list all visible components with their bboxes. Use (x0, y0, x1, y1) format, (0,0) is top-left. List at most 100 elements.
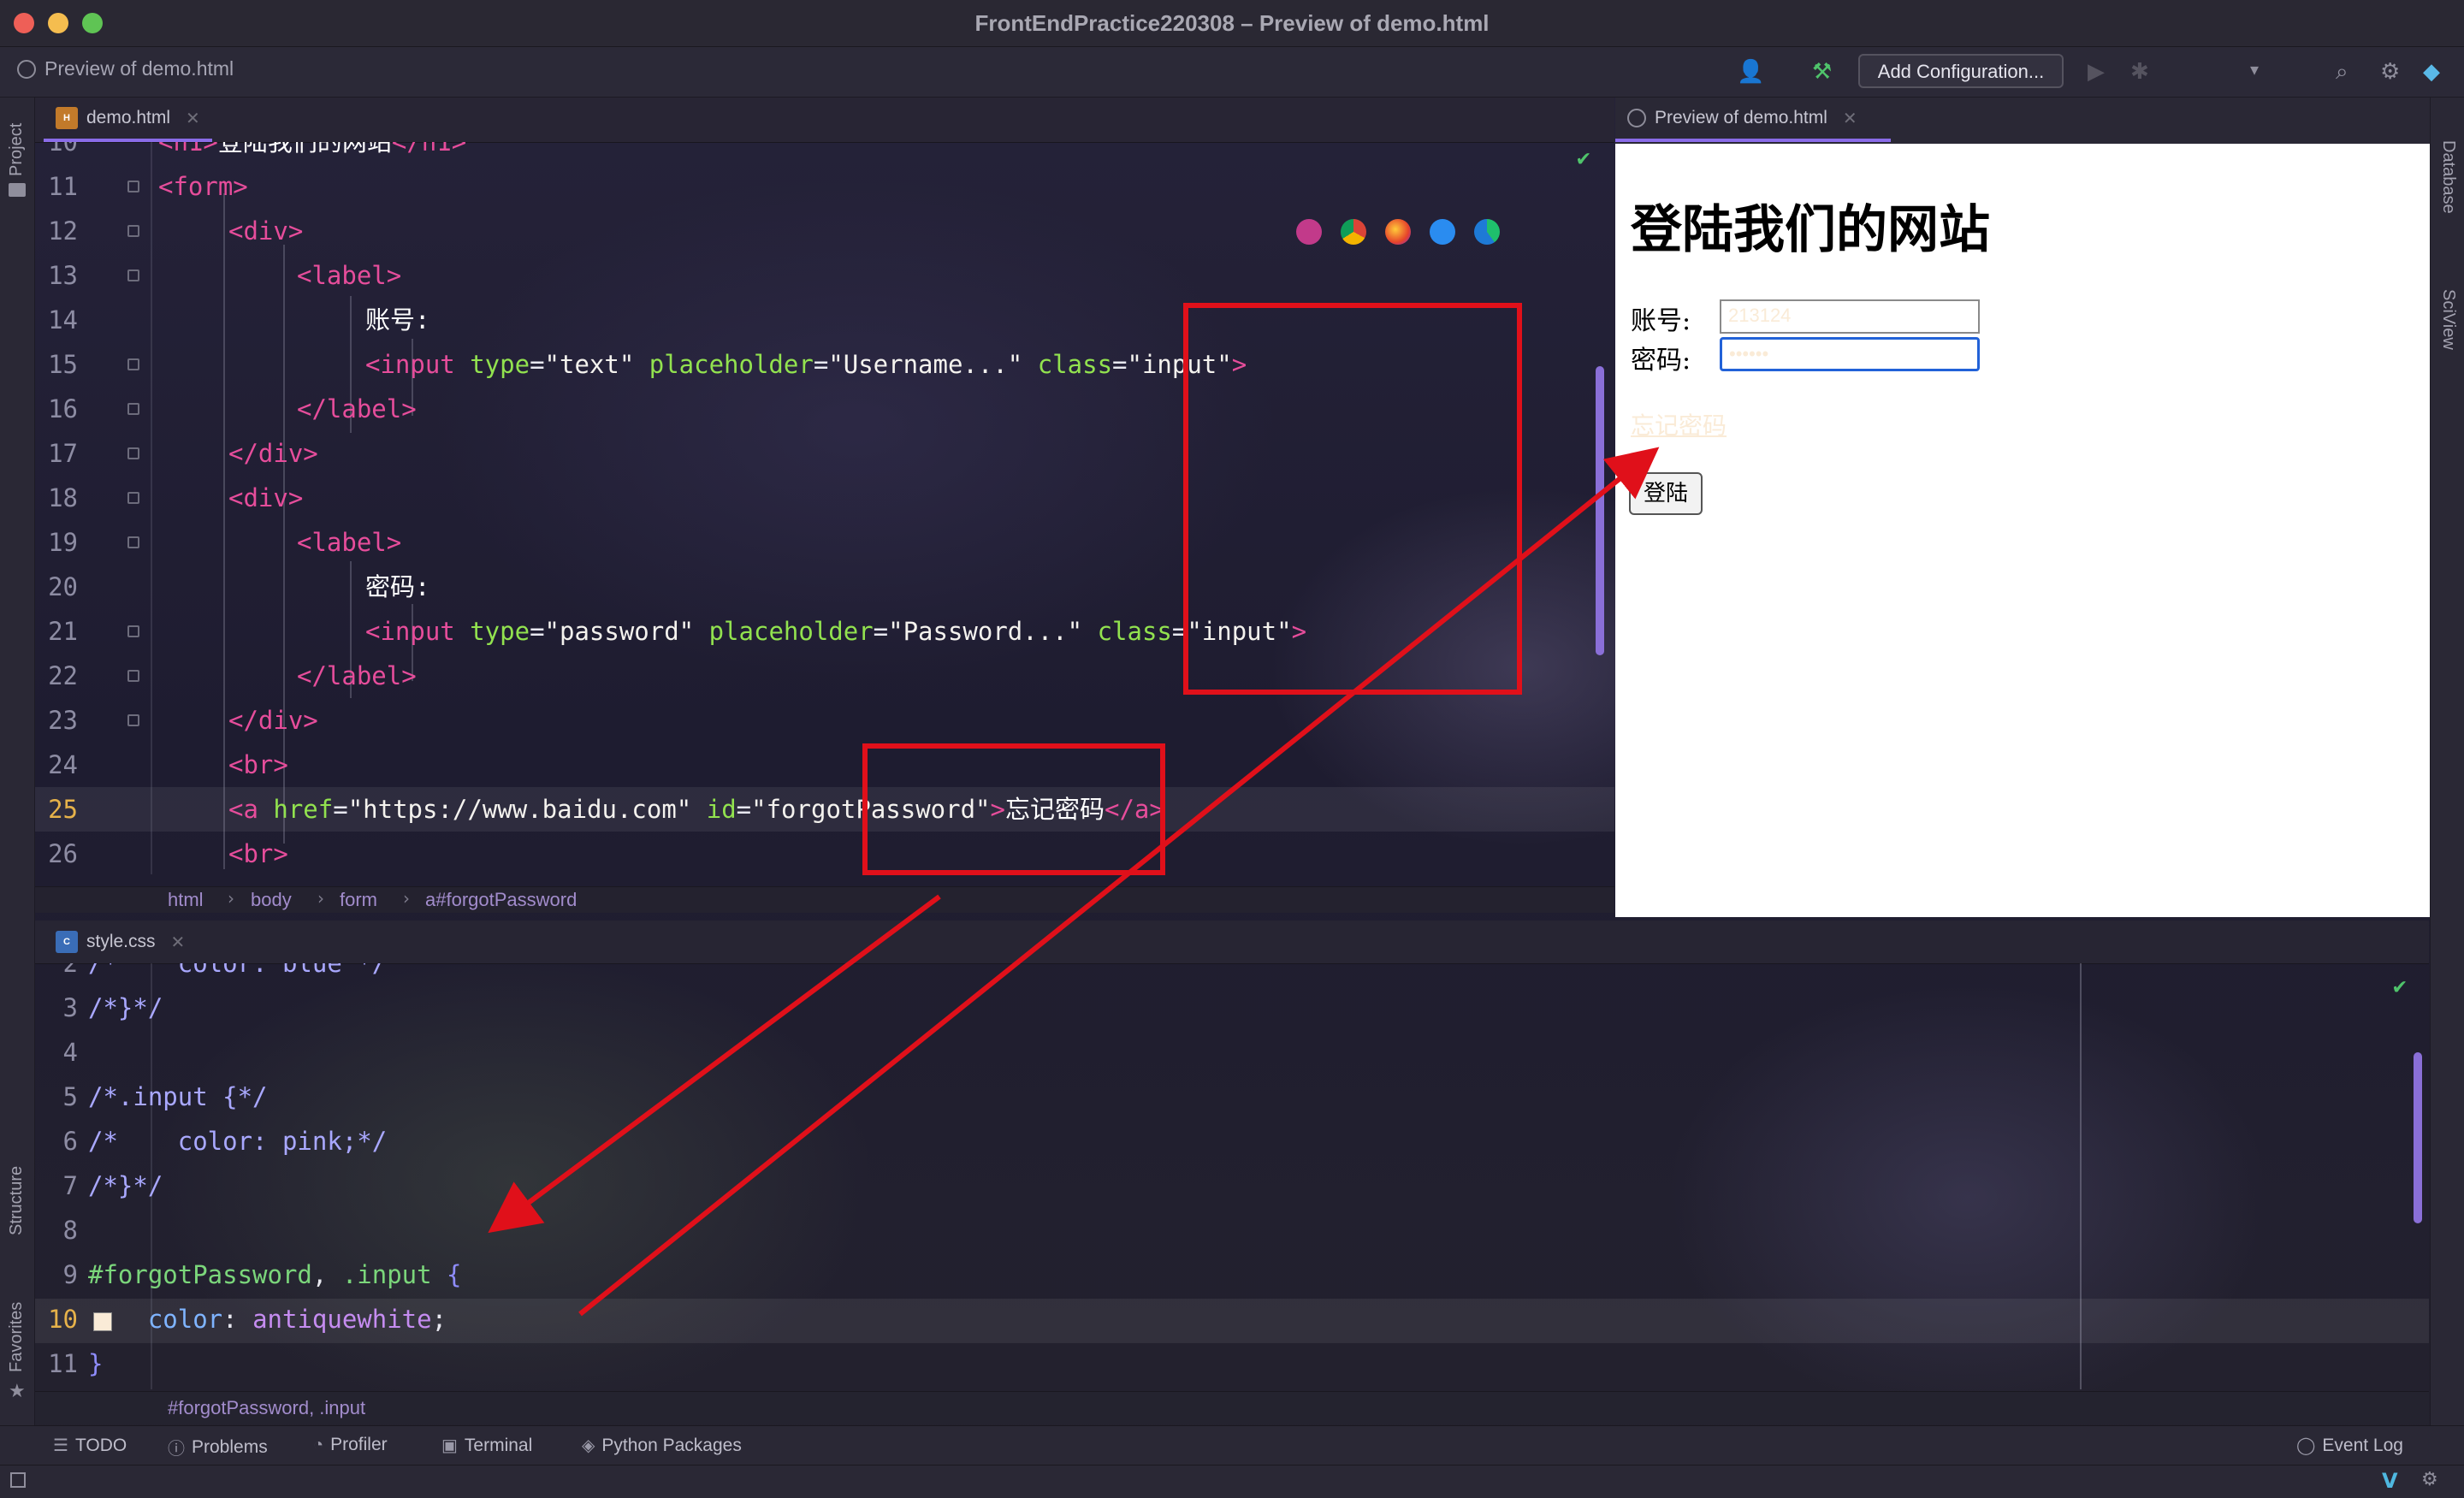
search-icon[interactable]: ⌕ (2336, 59, 2348, 86)
safari-icon[interactable] (1430, 219, 1455, 245)
code-line[interactable]: 5 /*.input {*/ (35, 1075, 2429, 1119)
breadcrumb-form[interactable]: form (340, 889, 377, 911)
preview-password-input[interactable]: •••••• (1720, 337, 1980, 371)
code-text: #forgotPassword, .input { (88, 1260, 462, 1289)
code-line[interactable]: 10 <h1>登陆我们的网站</h1> (35, 142, 1614, 164)
code-line[interactable]: 23 </div> (35, 698, 1614, 743)
fold-marker-icon[interactable] (127, 269, 139, 281)
code-line[interactable]: 19 <label> (35, 520, 1614, 565)
vue-plugin-icon[interactable]: V (2382, 1469, 2398, 1493)
code-line[interactable]: 3 /*}*/ (35, 986, 2429, 1030)
breadcrumb-body[interactable]: body (251, 889, 292, 911)
run-icon[interactable]: ▶ (2088, 59, 2105, 85)
nav-breadcrumb-label: Preview of demo.html (44, 57, 234, 80)
html-code-editor[interactable]: 10 <h1>登陆我们的网站</h1> 11 <form> 12 <div> 13 <labe… (35, 142, 1614, 874)
settings-status-icon[interactable]: ⚙ (2421, 1469, 2438, 1490)
tab-demo-html[interactable]: H demo.html ✕ (44, 98, 212, 142)
code-line[interactable]: 9 #forgotPassword, .input { (35, 1252, 2429, 1297)
fold-marker-icon[interactable] (127, 625, 139, 637)
code-line[interactable]: 22 </label> (35, 654, 1614, 698)
layout-toggle-icon[interactable] (10, 1472, 26, 1488)
no-problems-check-icon[interactable]: ✔ (2393, 974, 2407, 999)
fold-marker-icon[interactable] (127, 536, 139, 548)
code-line[interactable]: 26 <br> (35, 832, 1614, 874)
chevron-down-icon[interactable]: ▾ (2250, 59, 2259, 80)
fold-marker-icon[interactable] (127, 714, 139, 726)
code-line[interactable]: 4 (35, 1030, 2429, 1075)
code-text: /*.input {*/ (88, 1082, 268, 1111)
code-line[interactable]: 17 </div> (35, 431, 1614, 476)
sciview-tool-window-button[interactable]: SciView (2438, 289, 2458, 350)
code-text: </label> (297, 394, 417, 423)
code-line[interactable]: 18 <div> (35, 476, 1614, 520)
code-line[interactable]: 15 <input type="text" placeholder="Userna… (35, 342, 1614, 387)
breadcrumb-html[interactable]: html (168, 889, 204, 911)
gear-icon[interactable]: ⚙ (2380, 59, 2400, 85)
user-account-icon[interactable]: 👤 (1737, 59, 1764, 85)
pycharm-logo-icon[interactable]: ◆ (2423, 59, 2440, 85)
code-line[interactable]: 7 /*}*/ (35, 1163, 2429, 1208)
fold-marker-icon[interactable] (127, 492, 139, 504)
line-number: 21 (48, 617, 78, 646)
close-icon[interactable]: ✕ (1843, 108, 1857, 129)
preview-forgot-password-link[interactable]: 忘记密码 (1631, 407, 1727, 441)
color-swatch-antiquewhite[interactable] (93, 1312, 112, 1331)
code-line[interactable]: 21 <input type="password" placeholder="Pa… (35, 609, 1614, 654)
line-number: 9 (62, 1260, 78, 1289)
favorites-tool-window-button[interactable]: Favorites (7, 1302, 27, 1372)
close-icon[interactable]: ✕ (171, 932, 186, 953)
intellij-browser-icon[interactable] (1296, 219, 1322, 245)
edge-icon[interactable] (1474, 219, 1500, 245)
build-hammer-icon[interactable]: ⚒ (1812, 59, 1832, 85)
css-breadcrumb-bar: #forgotPassword, .input (35, 1391, 2429, 1424)
code-line[interactable]: 11} (35, 1341, 2429, 1386)
fold-marker-icon[interactable] (127, 225, 139, 237)
code-line[interactable]: 25 <a href="https://www.baidu.com" id="fo… (35, 787, 1614, 832)
fold-marker-icon[interactable] (127, 358, 139, 370)
code-line[interactable]: 11 <form> (35, 164, 1614, 209)
code-line[interactable]: 12 <div> (35, 209, 1614, 253)
chrome-icon[interactable] (1341, 219, 1366, 245)
code-text: <div> (228, 216, 304, 246)
line-number: 8 (62, 1216, 78, 1245)
nav-breadcrumb[interactable]: Preview of demo.html (17, 57, 234, 80)
event-log-tool-button[interactable]: ◯ Event Log (2296, 1435, 2403, 1456)
line-number: 24 (48, 750, 78, 779)
code-line[interactable]: 13 <label> (35, 253, 1614, 298)
code-line[interactable]: 10 color: antiquewhite; (35, 1297, 2429, 1341)
html-editor-scrollbar[interactable] (1596, 366, 1604, 655)
tab-preview-demo-html[interactable]: Preview of demo.html ✕ (1615, 98, 1891, 142)
preview-login-button[interactable]: 登陆 (1629, 472, 1703, 515)
code-line[interactable]: 8 (35, 1208, 2429, 1252)
css-code-editor[interactable]: 2 /* color: blue */ 3 /*}*/ 4 5 /*.input {*/ 6 /… (35, 963, 2429, 1389)
debug-icon[interactable]: ✱ (2130, 59, 2149, 85)
python-packages-tool-button[interactable]: ◈ Python Packages (582, 1435, 742, 1456)
breadcrumb-a-forgotpassword[interactable]: a#forgotPassword (425, 889, 577, 911)
project-tool-window-button[interactable]: Project (7, 123, 27, 176)
fold-marker-icon[interactable] (127, 403, 139, 415)
database-tool-window-button[interactable]: Database (2438, 140, 2458, 214)
structure-tool-window-button[interactable]: Structure (7, 1166, 27, 1235)
no-problems-check-icon[interactable]: ✔ (1577, 145, 1590, 171)
firefox-icon[interactable] (1385, 219, 1411, 245)
tab-style-css[interactable]: C style.css ✕ (44, 921, 197, 963)
code-line[interactable]: 24 <br> (35, 743, 1614, 787)
fold-marker-icon[interactable] (127, 670, 139, 682)
breadcrumb-css-selector[interactable]: #forgotPassword, .input (168, 1397, 365, 1419)
problems-tool-button[interactable]: ⓘ Problems (168, 1435, 268, 1460)
line-number: 15 (48, 350, 78, 379)
fold-marker-icon[interactable] (127, 447, 139, 459)
code-line[interactable]: 20 密码: (35, 565, 1614, 609)
profiler-tool-button[interactable]: ◔ Profiler (313, 1435, 388, 1455)
add-configuration-button[interactable]: Add Configuration... (1858, 54, 2064, 88)
code-line[interactable]: 6 /* color: pink;*/ (35, 1119, 2429, 1163)
todo-tool-button[interactable]: ☰ TODO (53, 1435, 127, 1456)
fold-marker-icon[interactable] (127, 181, 139, 192)
preview-username-input[interactable]: 213124 (1720, 299, 1980, 334)
code-line[interactable]: 2 /* color: blue */ (35, 963, 2429, 986)
code-line[interactable]: 16 </label> (35, 387, 1614, 431)
close-icon[interactable]: ✕ (186, 108, 200, 129)
terminal-tool-button[interactable]: ▣ Terminal (441, 1435, 532, 1456)
css-editor-scrollbar[interactable] (2414, 1052, 2422, 1223)
code-line[interactable]: 14 账号: (35, 298, 1614, 342)
